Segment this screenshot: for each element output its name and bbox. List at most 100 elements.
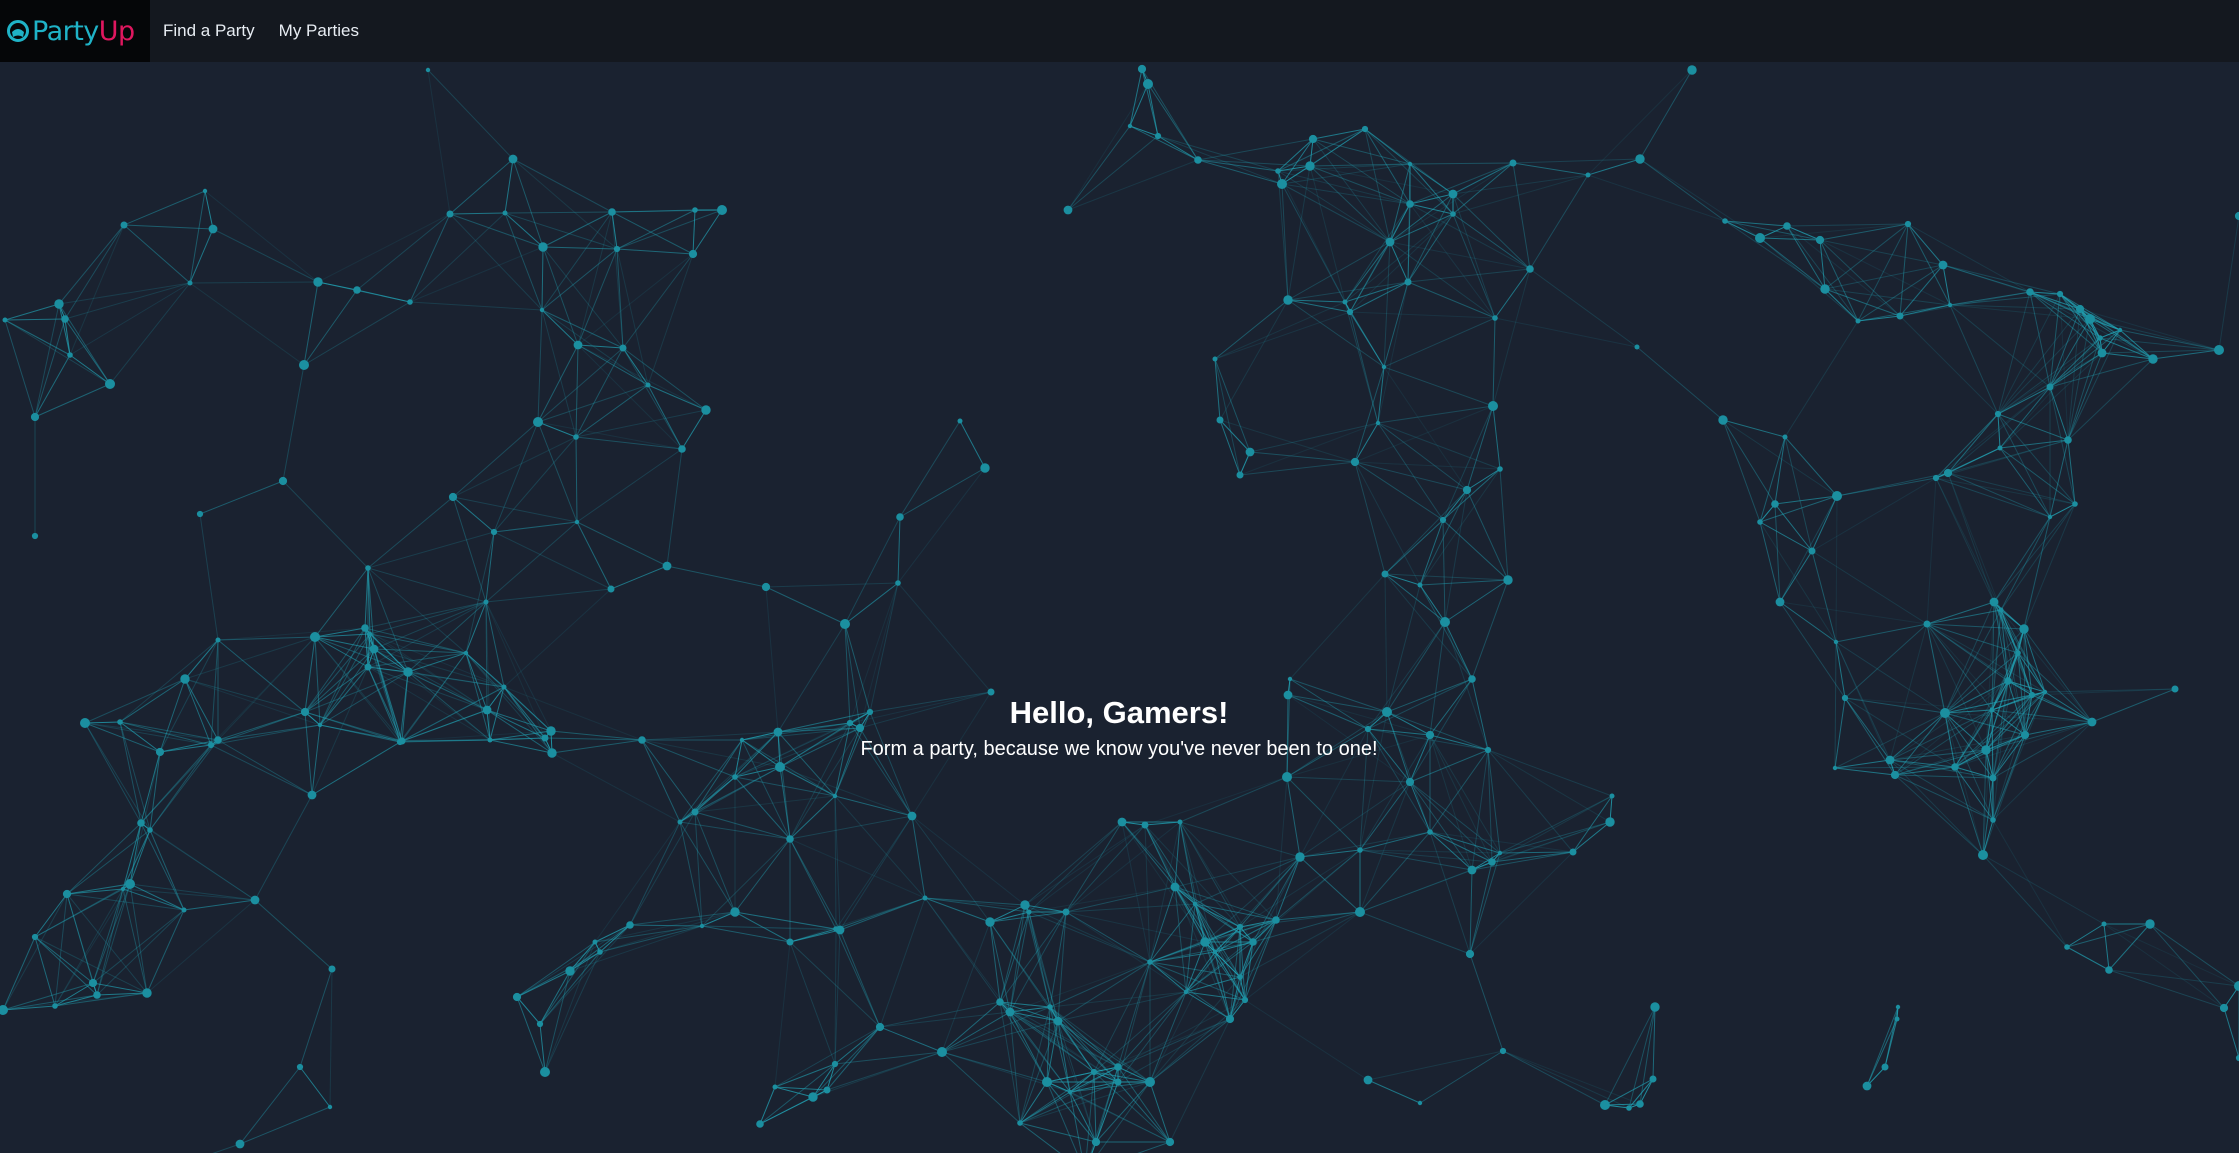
network-link <box>1344 301 1379 424</box>
network-link <box>329 968 333 1108</box>
network-link <box>1149 991 1187 1083</box>
network-link <box>577 344 624 349</box>
network-link <box>1141 68 1159 137</box>
network-link <box>1149 886 1176 963</box>
network-node <box>980 463 990 473</box>
network-link <box>149 829 256 901</box>
network-node <box>1775 597 1785 607</box>
network-link <box>1129 83 1149 127</box>
network-node <box>1492 315 1498 321</box>
network-node <box>1385 237 1395 247</box>
network-link <box>1359 831 1431 851</box>
network-node <box>1287 676 1293 682</box>
nav-my-parties-link[interactable]: My Parties <box>279 21 359 41</box>
network-link <box>356 213 451 291</box>
network-node <box>502 210 508 216</box>
network-link <box>1359 831 1431 913</box>
network-node <box>2026 288 2034 296</box>
network-link <box>1244 999 1369 1081</box>
network-link <box>701 838 791 927</box>
network-link <box>449 212 506 215</box>
network-link <box>516 924 631 998</box>
network-link <box>1214 301 1346 360</box>
network-node <box>1503 575 1513 585</box>
network-link <box>199 513 219 641</box>
network-link <box>1252 856 1301 943</box>
network-link <box>879 1026 943 1053</box>
network-node <box>1896 312 1904 320</box>
network-link <box>1389 241 1531 270</box>
network-link <box>1452 193 1496 319</box>
network-link <box>1121 821 1196 905</box>
network-link <box>2 982 94 1011</box>
network-node <box>448 492 458 502</box>
network-link <box>123 190 206 226</box>
network-link <box>1028 824 1146 913</box>
network-link <box>616 248 694 255</box>
network-link <box>485 521 578 603</box>
network-link <box>1344 203 1411 303</box>
network-node <box>1357 847 1363 853</box>
network-link <box>1466 405 1494 491</box>
network-link <box>879 1011 1011 1028</box>
network-link <box>1299 781 1411 858</box>
network-link <box>1065 911 1206 943</box>
network-link <box>2099 337 2220 351</box>
network-link <box>2000 516 2051 611</box>
brand-logo-link[interactable]: PartyUp <box>0 0 150 62</box>
network-link <box>542 246 618 250</box>
network-link <box>1442 519 1509 581</box>
network-link <box>367 567 487 603</box>
network-link <box>834 795 926 899</box>
network-link <box>541 309 624 349</box>
network-node <box>2097 335 2103 341</box>
network-node <box>1295 852 1305 862</box>
network-link <box>1992 819 2068 948</box>
network-node <box>490 528 498 536</box>
network-node <box>142 988 152 998</box>
network-node <box>1350 457 1360 467</box>
network-link <box>1287 165 1311 301</box>
network-node <box>922 895 928 901</box>
network-node <box>907 811 917 821</box>
network-link <box>812 1026 881 1098</box>
network-link <box>1982 854 2068 948</box>
network-link <box>1894 774 1994 821</box>
network-node <box>250 895 260 905</box>
network-link <box>1639 158 1726 222</box>
network-node <box>1989 597 1999 607</box>
network-node <box>1499 1047 1507 1055</box>
network-node <box>1998 607 2004 613</box>
network-node <box>732 774 738 780</box>
network-link <box>1174 886 1241 978</box>
network-link <box>999 1001 1021 1124</box>
network-node <box>1605 817 1615 827</box>
network-link <box>576 448 683 523</box>
network-link <box>2067 439 2076 505</box>
network-node <box>463 650 469 656</box>
network-node <box>215 637 221 643</box>
network-link <box>493 436 577 533</box>
network-node <box>619 344 627 352</box>
network-node <box>1375 420 1381 426</box>
network-link <box>1409 162 1514 165</box>
network-link <box>1169 1018 1231 1143</box>
network-node <box>137 819 145 827</box>
network-node <box>1154 132 1162 140</box>
network-link <box>146 909 185 994</box>
network-node <box>1448 189 1458 199</box>
network-link <box>409 246 544 303</box>
network-link <box>1779 550 1813 603</box>
network-link <box>199 480 284 515</box>
network-node <box>2148 354 2158 364</box>
network-node <box>1468 675 1476 683</box>
nav-find-a-party-link[interactable]: Find a Party <box>163 21 255 41</box>
network-link <box>1999 439 2069 449</box>
network-link <box>1157 135 1199 161</box>
network-node <box>608 208 616 216</box>
network-node <box>407 299 413 305</box>
network-node <box>1277 179 1287 189</box>
network-link <box>537 347 624 423</box>
network-node <box>278 476 288 486</box>
network-link <box>58 303 71 356</box>
